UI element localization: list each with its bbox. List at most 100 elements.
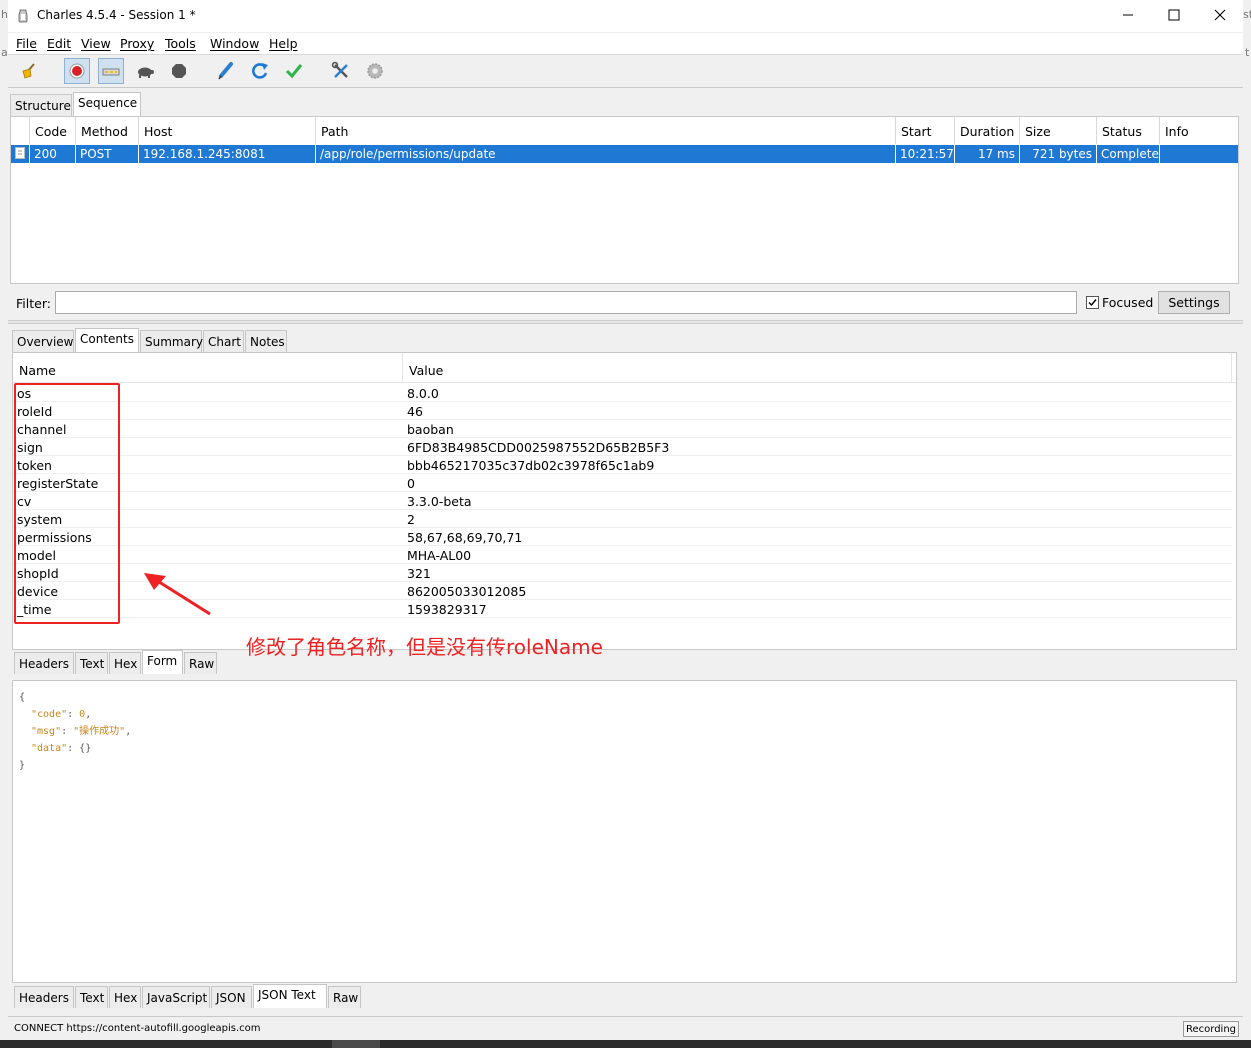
edge-clip-right-2: t [1245, 46, 1250, 59]
menu-help[interactable]: Help [269, 36, 298, 51]
menu-proxy[interactable]: Proxy [120, 36, 154, 51]
edge-clip-left-2: a [1, 46, 8, 59]
status-bar: CONNECT https://content-autofill.googlea… [8, 1016, 1243, 1040]
tab-response-text[interactable]: Text [75, 986, 108, 1008]
form-field-value: 6FD83B4985CDD0025987552D65B2B5F3 [407, 440, 670, 455]
table-row[interactable]: model MHA-AL00 [13, 546, 1232, 564]
table-row[interactable]: channel baoban [13, 420, 1232, 438]
json-close-brace: } [19, 760, 26, 771]
menu-window[interactable]: Window [210, 36, 259, 51]
panel-splitter[interactable] [8, 320, 1243, 324]
stop-icon [172, 64, 186, 78]
column-size[interactable]: Size [1020, 117, 1097, 144]
tab-notes[interactable]: Notes [245, 330, 287, 352]
tab-request-raw[interactable]: Raw [184, 652, 217, 674]
tab-response-javascript[interactable]: JavaScript [142, 986, 210, 1008]
column-method[interactable]: Method [76, 117, 139, 144]
column-start[interactable]: Start [896, 117, 955, 144]
json-comma: , [125, 726, 132, 737]
menu-bar: File Edit View Proxy Tools Window Help [8, 33, 1243, 55]
repeat-button[interactable] [247, 58, 273, 84]
tab-overview[interactable]: Overview [12, 330, 74, 352]
tab-sequence[interactable]: Sequence [73, 92, 141, 116]
breakpoints-button[interactable] [132, 58, 158, 84]
tab-structure[interactable]: Structure [10, 94, 72, 116]
tab-response-json-text[interactable]: JSON Text [253, 984, 327, 1008]
json-key: "msg" [31, 726, 62, 737]
column-code[interactable]: Code [30, 117, 76, 144]
close-button[interactable] [1197, 0, 1243, 30]
table-row[interactable]: system 2 [13, 510, 1232, 528]
minimize-button[interactable] [1105, 0, 1151, 30]
column-duration[interactable]: Duration [955, 117, 1020, 144]
tab-chart[interactable]: Chart [203, 330, 244, 352]
column-info[interactable]: Info [1160, 117, 1238, 144]
tab-response-raw[interactable]: Raw [328, 986, 361, 1008]
minimize-icon [1123, 14, 1133, 16]
sequence-header: Code Method Host Path Start Duration Siz… [11, 117, 1238, 144]
column-name[interactable]: Name [13, 353, 403, 383]
cell-info [1160, 145, 1238, 163]
window-title: Charles 4.5.4 - Session 1 * [37, 8, 196, 22]
tab-summary[interactable]: Summary [140, 330, 203, 352]
refresh-icon [252, 63, 268, 79]
table-row[interactable]: registerState 0 [13, 474, 1232, 492]
compose-button[interactable] [213, 58, 239, 84]
stop-button[interactable] [166, 58, 192, 84]
pen-icon [218, 62, 233, 80]
column-status[interactable]: Status [1097, 117, 1160, 144]
request-tab-strip: Headers Text Hex Form Raw [14, 650, 234, 674]
tools-button[interactable] [328, 58, 354, 84]
form-field-value: baoban [407, 422, 454, 437]
menu-tools[interactable]: Tools [165, 36, 196, 51]
table-row[interactable]: sign 6FD83B4985CDD0025987552D65B2B5F3 [13, 438, 1232, 456]
tab-request-text[interactable]: Text [75, 652, 108, 674]
focused-checkbox[interactable] [1086, 296, 1099, 309]
menu-view[interactable]: View [81, 36, 111, 51]
taskbar-item[interactable] [332, 1040, 380, 1048]
tab-request-headers[interactable]: Headers [14, 652, 74, 674]
table-row[interactable]: 200 POST 192.168.1.245:8081 /app/role/pe… [11, 145, 1238, 163]
cell-start: 10:21:57 [896, 145, 955, 163]
cell-method: POST [76, 145, 139, 163]
filter-input[interactable] [55, 291, 1077, 314]
maximize-button[interactable] [1151, 0, 1197, 30]
throttle-button[interactable] [98, 58, 124, 84]
form-field-value: 2 [407, 512, 415, 527]
table-row[interactable]: token bbb465217035c37db02c3978f65c1ab9 [13, 456, 1232, 474]
filter-label: Filter: [16, 296, 51, 311]
table-row[interactable]: os 8.0.0 [13, 384, 1232, 402]
filter-settings-button[interactable]: Settings [1158, 291, 1230, 314]
column-value[interactable]: Value [403, 353, 1232, 383]
table-row[interactable]: roleId 46 [13, 402, 1232, 420]
json-line: "data": {} [31, 743, 92, 754]
column-path[interactable]: Path [316, 117, 896, 144]
close-icon [1214, 9, 1226, 21]
charles-jug-icon [18, 9, 28, 23]
validate-button[interactable] [281, 58, 307, 84]
column-host[interactable]: Host [139, 117, 316, 144]
form-field-value: 0 [407, 476, 415, 491]
tab-response-json[interactable]: JSON [211, 986, 252, 1008]
form-field-value: 3.3.0-beta [407, 494, 472, 509]
response-body[interactable]: { "code": 0, "msg": "操作成功", "data": {} } [12, 680, 1237, 983]
menu-edit[interactable]: Edit [47, 36, 71, 51]
tab-request-hex[interactable]: Hex [109, 652, 141, 674]
tab-contents[interactable]: Contents [75, 328, 139, 352]
status-text: CONNECT https://content-autofill.googlea… [14, 1023, 261, 1034]
settings-button-toolbar[interactable] [362, 58, 388, 84]
record-button[interactable] [64, 58, 90, 84]
recording-badge[interactable]: Recording [1183, 1021, 1239, 1037]
table-row[interactable]: cv 3.3.0-beta [13, 492, 1232, 510]
tab-request-form[interactable]: Form [142, 650, 183, 674]
checkmark-icon [1088, 299, 1097, 307]
record-icon [69, 63, 85, 79]
title-bar: Charles 4.5.4 - Session 1 * [8, 0, 1243, 32]
request-doc-icon [11, 145, 30, 163]
table-row[interactable]: permissions 58,67,68,69,70,71 [13, 528, 1232, 546]
menu-file[interactable]: File [16, 36, 37, 51]
tab-response-hex[interactable]: Hex [109, 986, 141, 1008]
clear-session-button[interactable] [16, 58, 42, 84]
form-field-value: MHA-AL00 [407, 548, 472, 563]
tab-response-headers[interactable]: Headers [14, 986, 74, 1008]
